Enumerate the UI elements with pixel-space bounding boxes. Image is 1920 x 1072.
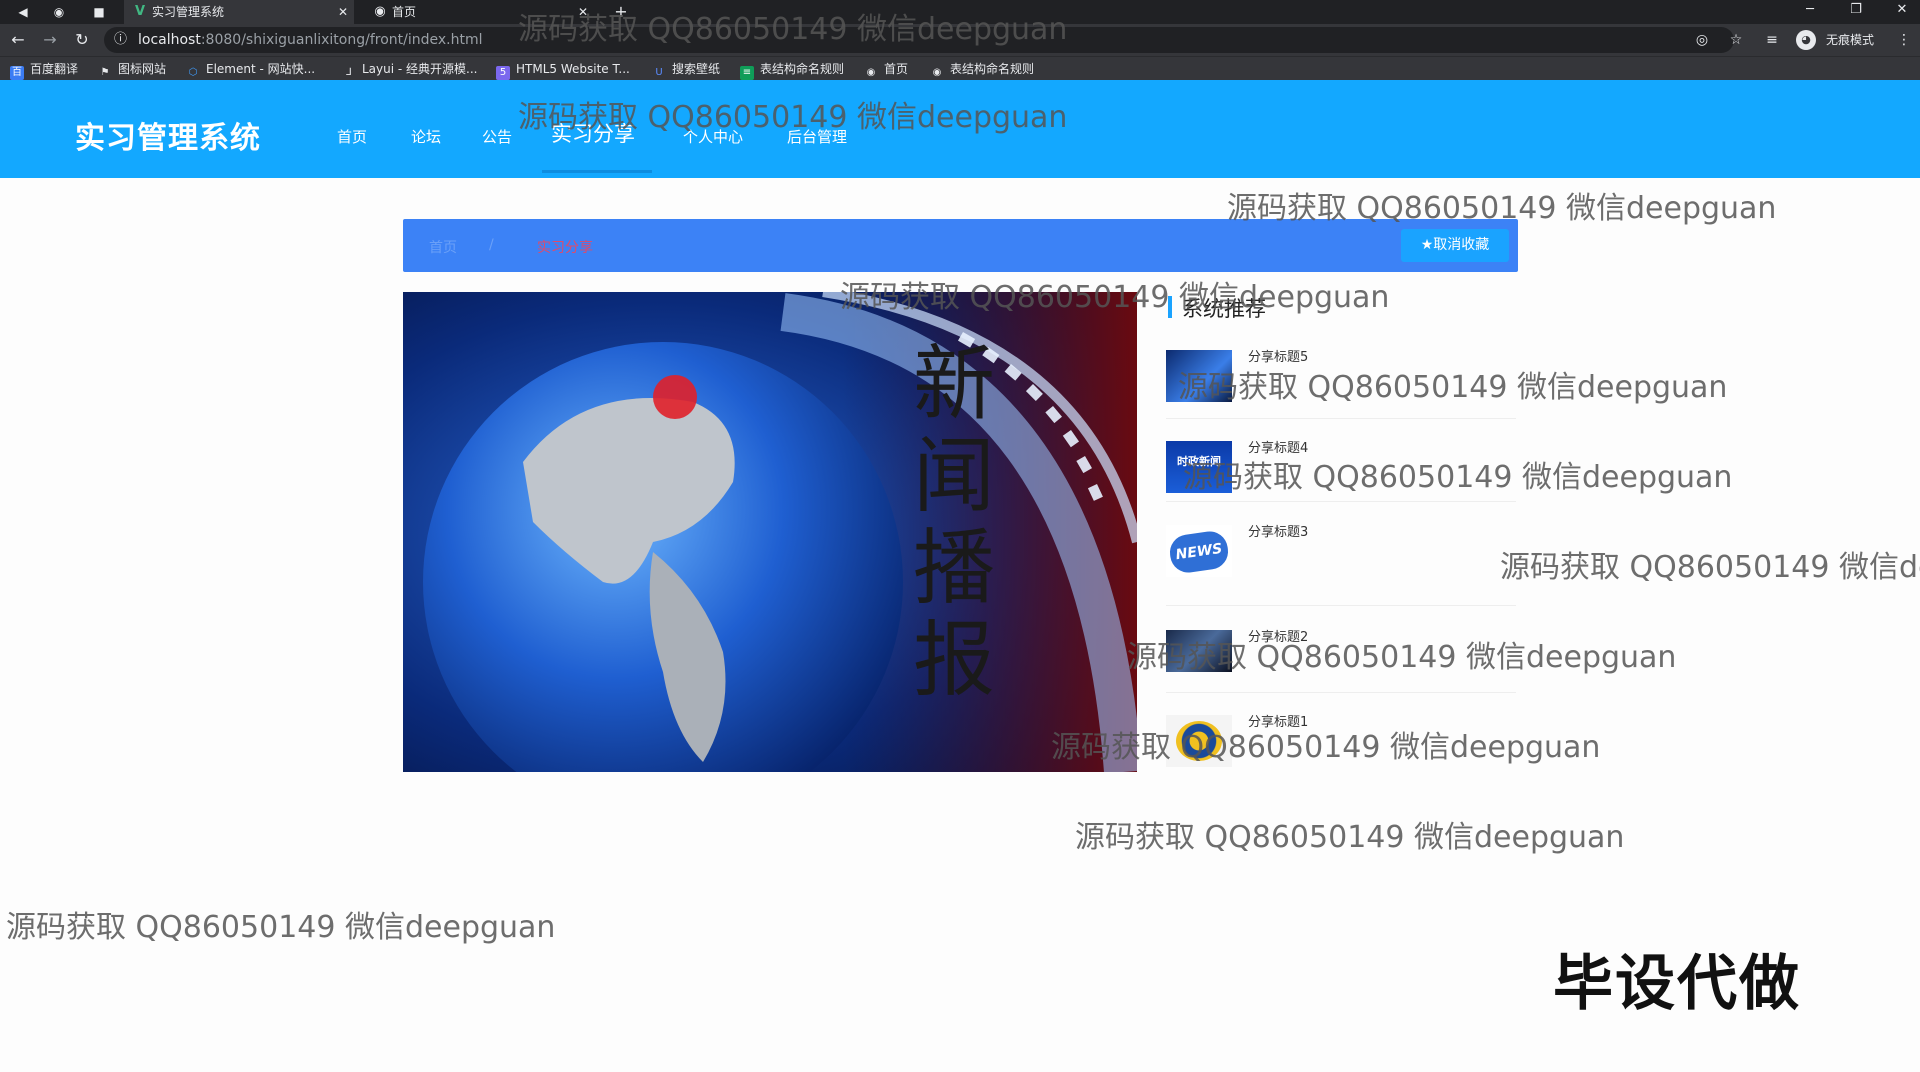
sheet-icon: ≡ — [740, 66, 754, 80]
vue-logo-icon: V — [134, 4, 146, 19]
bookmark-item[interactable]: ⚑ 图标网站 — [98, 60, 167, 78]
watermark: 源码获取 QQ86050149 微信deepguan — [1183, 460, 1733, 495]
close-icon[interactable]: ✕ — [338, 0, 348, 24]
tab-label: 实习管理系统 — [152, 5, 225, 19]
watermark: 源码获取 QQ86050149 微信deepguan — [1178, 370, 1728, 405]
flag-icon: ⚑ — [100, 67, 110, 78]
bookmark-item[interactable]: ◉ 表结构命名规则 — [930, 60, 1034, 78]
bookmark-item[interactable]: ≡ 表结构命名规则 — [740, 60, 844, 80]
globe-icon[interactable]: ◉ — [50, 3, 68, 21]
watermark: 源码获取 QQ86050149 微信deepguan — [518, 12, 1068, 47]
watermark: 源码获取 QQ86050149 微信deepguan — [1127, 640, 1677, 675]
watermark: 源码获取 QQ86050149 微信deepguan — [1051, 730, 1601, 765]
breadcrumb-current: 实习分享 — [537, 240, 593, 256]
bookmark-item[interactable]: U 搜索壁纸 — [652, 60, 720, 78]
nav-forum[interactable]: 论坛 — [411, 126, 441, 147]
site-title[interactable]: 实习管理系统 — [75, 113, 261, 157]
translate-icon: 百 — [10, 66, 24, 80]
breadcrumb-home[interactable]: 首页 — [429, 237, 457, 257]
hero-caption: 新闻播报 — [913, 339, 995, 706]
watermark: 源码获取 QQ86050149 微信deepguan — [1227, 191, 1777, 226]
tab-active[interactable]: V 实习管理系统 ✕ — [124, 0, 354, 24]
bookmark-item[interactable]: ⅃ Layui - 经典开源模... — [342, 60, 477, 78]
bookmark-item[interactable]: 5 HTML5 Website T... — [496, 60, 630, 80]
layui-icon: ⅃ — [346, 67, 352, 78]
recommend-thumb: NEWS — [1166, 525, 1232, 577]
globe-icon: ◉ — [932, 67, 942, 78]
active-nav-indicator — [542, 170, 652, 173]
watermark: 源码获取 QQ86050149 微信deepguan — [6, 910, 556, 945]
tab-label: 首页 — [392, 5, 417, 19]
html5-icon: 5 — [496, 66, 510, 80]
watermark: 源码获取 QQ86050149 微信deepguan — [1075, 820, 1625, 855]
element-icon: ⬡ — [188, 67, 198, 78]
recommend-item-label: 分享标题3 — [1248, 525, 1309, 540]
recommend-item[interactable]: NEWS 分享标题3 — [1166, 525, 1516, 606]
bookmark-item[interactable]: 百百度翻译 — [10, 60, 78, 80]
divider — [1166, 418, 1516, 419]
bookmark-item[interactable]: ◉ 首页 — [864, 60, 908, 78]
watermark: 源码获取 QQ86050149 微信deepguan — [840, 280, 1390, 315]
divider — [1166, 501, 1516, 502]
bookmark-item[interactable]: ⬡ Element - 网站快... — [186, 60, 315, 78]
breadcrumb-separator: / — [489, 237, 494, 253]
back-icon[interactable]: ← — [8, 30, 28, 50]
detail-image: 新闻播报 — [403, 292, 1137, 772]
incognito-icon[interactable]: ◕ — [1796, 30, 1816, 50]
divider — [1166, 605, 1516, 606]
watermark: 源码获取 QQ86050149 微信deepguan — [518, 100, 1068, 135]
globe-icon: ◉ — [866, 67, 876, 78]
star-icon: ★ — [1420, 237, 1434, 253]
promo-stamp: 毕设代做 — [1553, 949, 1801, 1019]
news-broadcast-image: 新闻播报 — [403, 292, 1137, 772]
nav-notice[interactable]: 公告 — [482, 126, 512, 147]
more-menu-icon[interactable]: ⋮ — [1894, 30, 1914, 50]
url-path: :8080/shixiguanlixitong/front/index.html — [200, 32, 483, 48]
restore-icon[interactable]: ❐ — [1838, 0, 1874, 22]
unfavorite-label: 取消收藏 — [1433, 237, 1490, 253]
url-host: localhost — [138, 32, 201, 48]
close-window-icon[interactable]: ✕ — [1884, 0, 1920, 22]
nav-home[interactable]: 首页 — [337, 126, 367, 147]
unfavorite-button[interactable]: ★取消收藏 — [1401, 229, 1509, 262]
wallpaper-icon: U — [655, 67, 663, 78]
globe-icon: ◉ — [374, 4, 386, 19]
reading-list-icon[interactable]: ≡ — [1762, 30, 1782, 50]
minimize-icon[interactable]: ─ — [1792, 0, 1828, 22]
divider — [1166, 692, 1516, 693]
star-icon[interactable]: ☆ — [1726, 30, 1746, 50]
window-icon[interactable]: ■ — [90, 3, 108, 21]
incognito-label[interactable]: 无痕模式 — [1826, 31, 1874, 48]
info-icon[interactable]: ⓘ — [114, 27, 127, 53]
bookmarks-bar: 百百度翻译 ⚑ 图标网站 ⬡ Element - 网站快... ⅃ Layui - 经… — [0, 56, 1920, 80]
watermark: 源码获取 QQ86050149 微信deepguan — [1500, 550, 1920, 585]
forward-icon[interactable]: → — [40, 30, 60, 50]
reload-icon[interactable]: ↻ — [72, 30, 92, 50]
speaker-icon[interactable]: ◀ — [14, 3, 32, 21]
eye-off-icon[interactable]: ◎ — [1692, 30, 1712, 50]
